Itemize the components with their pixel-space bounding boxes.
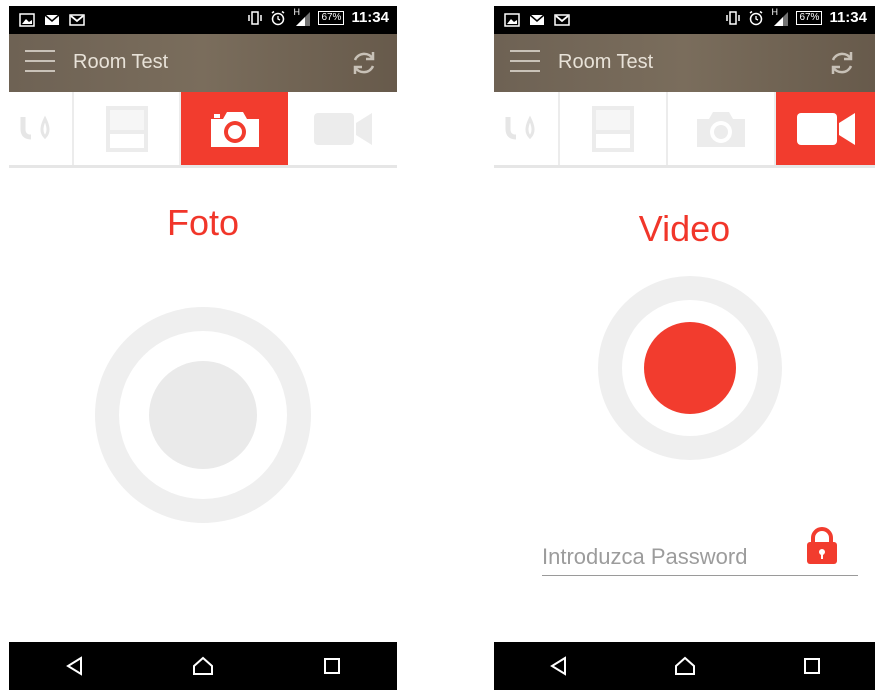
status-bar: H 67% 11:34 (9, 6, 397, 34)
blind-icon (592, 105, 634, 152)
shutter-dot (149, 361, 257, 469)
tab-camera[interactable] (181, 92, 288, 165)
hamburger-menu-icon[interactable] (25, 50, 55, 74)
recents-button[interactable] (792, 646, 832, 686)
signal-icon: H (293, 7, 311, 26)
app-title: Room Test (558, 51, 654, 73)
mail-icon (44, 14, 60, 25)
status-time: 11:34 (351, 9, 389, 26)
home-button[interactable] (665, 646, 705, 686)
camera-icon (210, 111, 259, 147)
video-camera-icon (313, 112, 372, 145)
lock-icon[interactable] (804, 526, 840, 566)
back-button[interactable] (54, 646, 94, 686)
gmail-icon (69, 14, 85, 26)
vibrate-icon (248, 10, 263, 25)
hamburger-menu-icon[interactable] (510, 50, 540, 74)
record-dot (644, 322, 736, 414)
phone-screen-video: H 67% 11:34 Room Test Video (494, 0, 875, 690)
tab-video[interactable] (776, 92, 875, 165)
app-bar: Room Test (9, 34, 397, 92)
vibrate-icon (726, 10, 741, 25)
tab-blind[interactable] (74, 92, 181, 165)
refresh-icon[interactable] (349, 48, 379, 78)
recents-icon (324, 658, 341, 674)
image-icon (504, 13, 520, 27)
home-button[interactable] (183, 646, 223, 686)
password-input[interactable] (542, 540, 792, 574)
sprinkler-icon (20, 115, 49, 139)
phone-screen-foto: H 67% 11:34 Room Test Foto (9, 0, 397, 690)
tab-video[interactable] (288, 92, 397, 165)
tab-sprinkler[interactable] (9, 92, 74, 165)
battery-indicator: 67% (796, 10, 823, 25)
app-title: Room Test (73, 51, 169, 73)
home-icon (192, 656, 213, 675)
home-icon (674, 656, 695, 675)
back-icon (549, 656, 566, 676)
tab-camera[interactable] (668, 92, 776, 165)
recents-button[interactable] (312, 646, 352, 686)
tab-bar (494, 92, 875, 168)
section-title: Foto (166, 202, 240, 243)
status-time: 11:34 (829, 9, 867, 26)
sprinkler-icon (505, 115, 535, 139)
section-title: Video (638, 208, 731, 249)
navigation-bar (9, 642, 397, 690)
battery-indicator: 67% (318, 10, 345, 25)
image-icon (19, 13, 35, 27)
video-camera-icon (796, 112, 855, 145)
back-button[interactable] (538, 646, 578, 686)
status-bar: H 67% 11:34 (494, 6, 875, 34)
camera-icon (697, 111, 745, 147)
gmail-icon (554, 14, 570, 26)
blind-icon (105, 105, 148, 152)
tab-sprinkler[interactable] (494, 92, 560, 165)
alarm-icon (271, 10, 285, 25)
recents-icon (803, 658, 820, 674)
tab-bar (9, 92, 397, 168)
alarm-icon (749, 10, 763, 25)
tab-blind[interactable] (560, 92, 668, 165)
app-bar: Room Test (494, 34, 875, 92)
back-icon (65, 656, 82, 676)
mail-icon (529, 14, 545, 25)
signal-icon: H (771, 7, 789, 26)
navigation-bar (494, 642, 875, 690)
refresh-icon[interactable] (827, 48, 857, 78)
